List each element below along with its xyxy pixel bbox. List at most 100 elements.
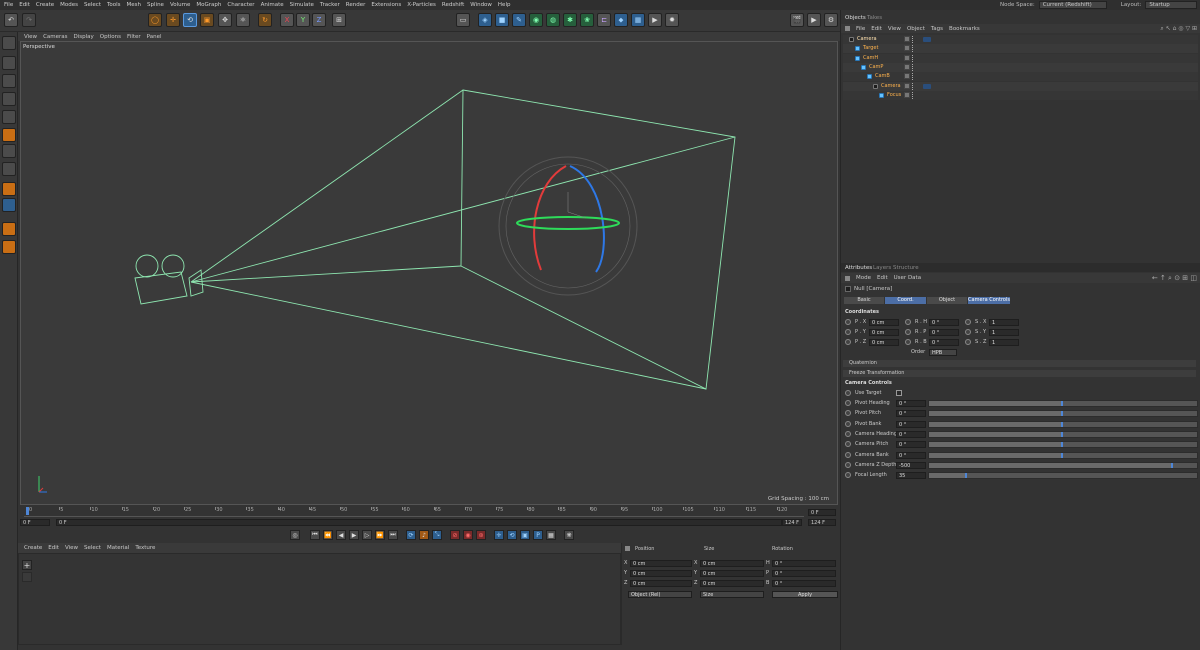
camera-param-field[interactable]: 0 ° — [896, 400, 926, 407]
camera-param-field[interactable]: 0 ° — [896, 420, 926, 428]
freeze-transformation-section[interactable]: Freeze Transformation — [843, 370, 1196, 377]
keyframe-toggle-icon[interactable] — [845, 420, 851, 427]
timeline-mode-icon[interactable]: ⤡ — [432, 530, 442, 540]
pen-icon[interactable]: ✎ — [512, 13, 526, 27]
object-row[interactable]: Camera — [843, 35, 1198, 44]
camera-param-field[interactable]: 0 ° — [896, 441, 926, 449]
end-label-field[interactable]: 0 F — [808, 509, 836, 516]
keyframe-toggle-icon[interactable] — [845, 410, 851, 417]
tab-structure[interactable]: Structure — [893, 265, 919, 271]
timeline-settings-icon[interactable]: ◎ — [290, 530, 300, 540]
make-editable-icon[interactable] — [2, 36, 16, 50]
extrude-icon[interactable]: ◍ — [546, 13, 560, 27]
tab-layers[interactable]: Layers — [873, 265, 891, 271]
coord-param-field[interactable]: 0 ° — [929, 329, 959, 336]
keyframe-toggle-icon[interactable] — [965, 319, 971, 325]
menu-create[interactable]: Create — [36, 2, 54, 8]
subdivision-icon[interactable]: ◉ — [529, 13, 543, 27]
viewport-menu-panel[interactable]: Panel — [147, 34, 162, 40]
loop-icon[interactable]: ⟳ — [406, 530, 416, 540]
camera-param-field[interactable]: -500 — [896, 461, 926, 469]
camera-param-slider[interactable] — [928, 430, 1198, 438]
undo-icon[interactable]: ↶ — [4, 13, 18, 27]
z-axis-icon[interactable]: Z — [312, 13, 326, 27]
position-y-field[interactable]: 0 cm — [630, 570, 692, 577]
viewport-menu-filter[interactable]: Filter — [127, 34, 141, 40]
playhead[interactable] — [26, 507, 29, 515]
menu-window[interactable]: Window — [470, 2, 492, 8]
material-menu-material[interactable]: Material — [107, 545, 129, 551]
node-space-select[interactable]: Current (Redshift) — [1038, 1, 1107, 9]
objects-menu-bookmarks[interactable]: Bookmarks — [949, 26, 980, 32]
object-visibility-dots[interactable] — [912, 91, 915, 99]
snapping-icon[interactable] — [2, 240, 16, 254]
record-active-objects-icon[interactable]: ⊘ — [450, 530, 460, 540]
tab-attributes[interactable]: Attributes — [845, 265, 872, 271]
object-tree[interactable]: Camera Target CamH CamP CamB Camera Focus — [841, 34, 1200, 264]
object-visibility-dots[interactable] — [912, 82, 915, 90]
menu-volume[interactable]: Volume — [170, 2, 190, 8]
object-name[interactable]: Focus — [887, 92, 901, 98]
menu-mesh[interactable]: Mesh — [127, 2, 141, 8]
effector-icon[interactable]: ❀ — [580, 13, 594, 27]
coord-param-field[interactable]: 1 — [989, 339, 1019, 346]
keyframe-toggle-icon[interactable] — [845, 472, 851, 479]
size-mode-select[interactable]: Size — [700, 591, 764, 598]
tab-takes[interactable]: Takes — [867, 15, 882, 21]
camera-param-field[interactable]: 0 ° — [896, 410, 926, 418]
camera-param-field[interactable]: 0 ° — [896, 430, 926, 438]
apply-button[interactable]: Apply — [772, 591, 838, 598]
object-visibility-dots[interactable] — [912, 63, 915, 71]
objects-menu-tags[interactable]: Tags — [931, 26, 943, 32]
attr-tab-basic[interactable]: Basic — [844, 297, 884, 304]
uv-mode-icon[interactable] — [2, 144, 16, 158]
object-name[interactable]: Camera — [881, 83, 901, 89]
menu-select[interactable]: Select — [84, 2, 101, 8]
camera-param-slider[interactable] — [928, 451, 1198, 459]
attr-tab-camera-controls[interactable]: Camera Controls — [968, 297, 1010, 304]
object-row[interactable]: Target — [843, 44, 1198, 54]
menu-tracker[interactable]: Tracker — [320, 2, 340, 8]
menu-edit[interactable]: Edit — [19, 2, 30, 8]
live-selection-icon[interactable]: ◯ — [148, 13, 162, 27]
objects-menu-view[interactable]: View — [888, 26, 901, 32]
points-mode-icon[interactable] — [2, 92, 16, 106]
attributes-panel-menu-icon[interactable] — [845, 275, 850, 281]
viewport-menu-options[interactable]: Options — [100, 34, 121, 40]
object-row[interactable]: Focus — [843, 90, 1198, 100]
camera-param-slider[interactable] — [928, 461, 1198, 469]
object-enable-toggle[interactable] — [904, 91, 910, 98]
objects-panel-menu-icon[interactable] — [845, 26, 850, 31]
menu-tools[interactable]: Tools — [107, 2, 121, 8]
solo-icon[interactable] — [2, 222, 16, 236]
size-y-field[interactable]: 0 cm — [700, 570, 764, 577]
render-settings-icon[interactable]: ⚙ — [824, 13, 838, 27]
cloner-icon[interactable]: ✱ — [563, 13, 577, 27]
autokeying-icon[interactable]: ◉ — [463, 530, 473, 540]
coordinate-mode-select[interactable]: Object (Rel) — [628, 591, 692, 598]
previous-frame-icon[interactable]: ◀ — [336, 530, 346, 540]
position-key-icon[interactable]: ✛ — [494, 530, 504, 540]
object-enable-toggle[interactable] — [904, 36, 910, 42]
objects-menu-file[interactable]: File — [856, 26, 865, 32]
keyframe-toggle-icon[interactable] — [905, 339, 911, 345]
point-level-icon[interactable]: ▦ — [546, 530, 556, 540]
menu-modes[interactable]: Modes — [60, 2, 78, 8]
objects-menu-edit[interactable]: Edit — [871, 26, 882, 32]
cube-icon[interactable]: ■ — [495, 13, 509, 27]
material-filter-icon[interactable] — [22, 572, 32, 582]
menu-x-particles[interactable]: X-Particles — [407, 2, 436, 8]
recent-tools-icon[interactable]: ↻ — [258, 13, 272, 27]
model-mode-icon[interactable] — [2, 56, 16, 70]
material-menu-select[interactable]: Select — [84, 545, 101, 551]
object-name[interactable]: Camera — [857, 36, 877, 42]
rotation-order-select[interactable]: HPB — [929, 349, 957, 356]
menu-extensions[interactable]: Extensions — [371, 2, 401, 8]
viewport-menu-cameras[interactable]: Cameras — [43, 34, 67, 40]
render-active-view-icon[interactable]: 🎬 — [790, 13, 804, 27]
position-x-field[interactable]: 0 cm — [630, 560, 692, 567]
object-visibility-dots[interactable] — [912, 36, 915, 43]
perspective-viewport[interactable]: Perspective Grid Spacing: 100 cm — [20, 41, 838, 505]
keyframe-toggle-icon[interactable] — [845, 441, 851, 448]
keyframe-toggle-icon[interactable] — [845, 400, 851, 406]
